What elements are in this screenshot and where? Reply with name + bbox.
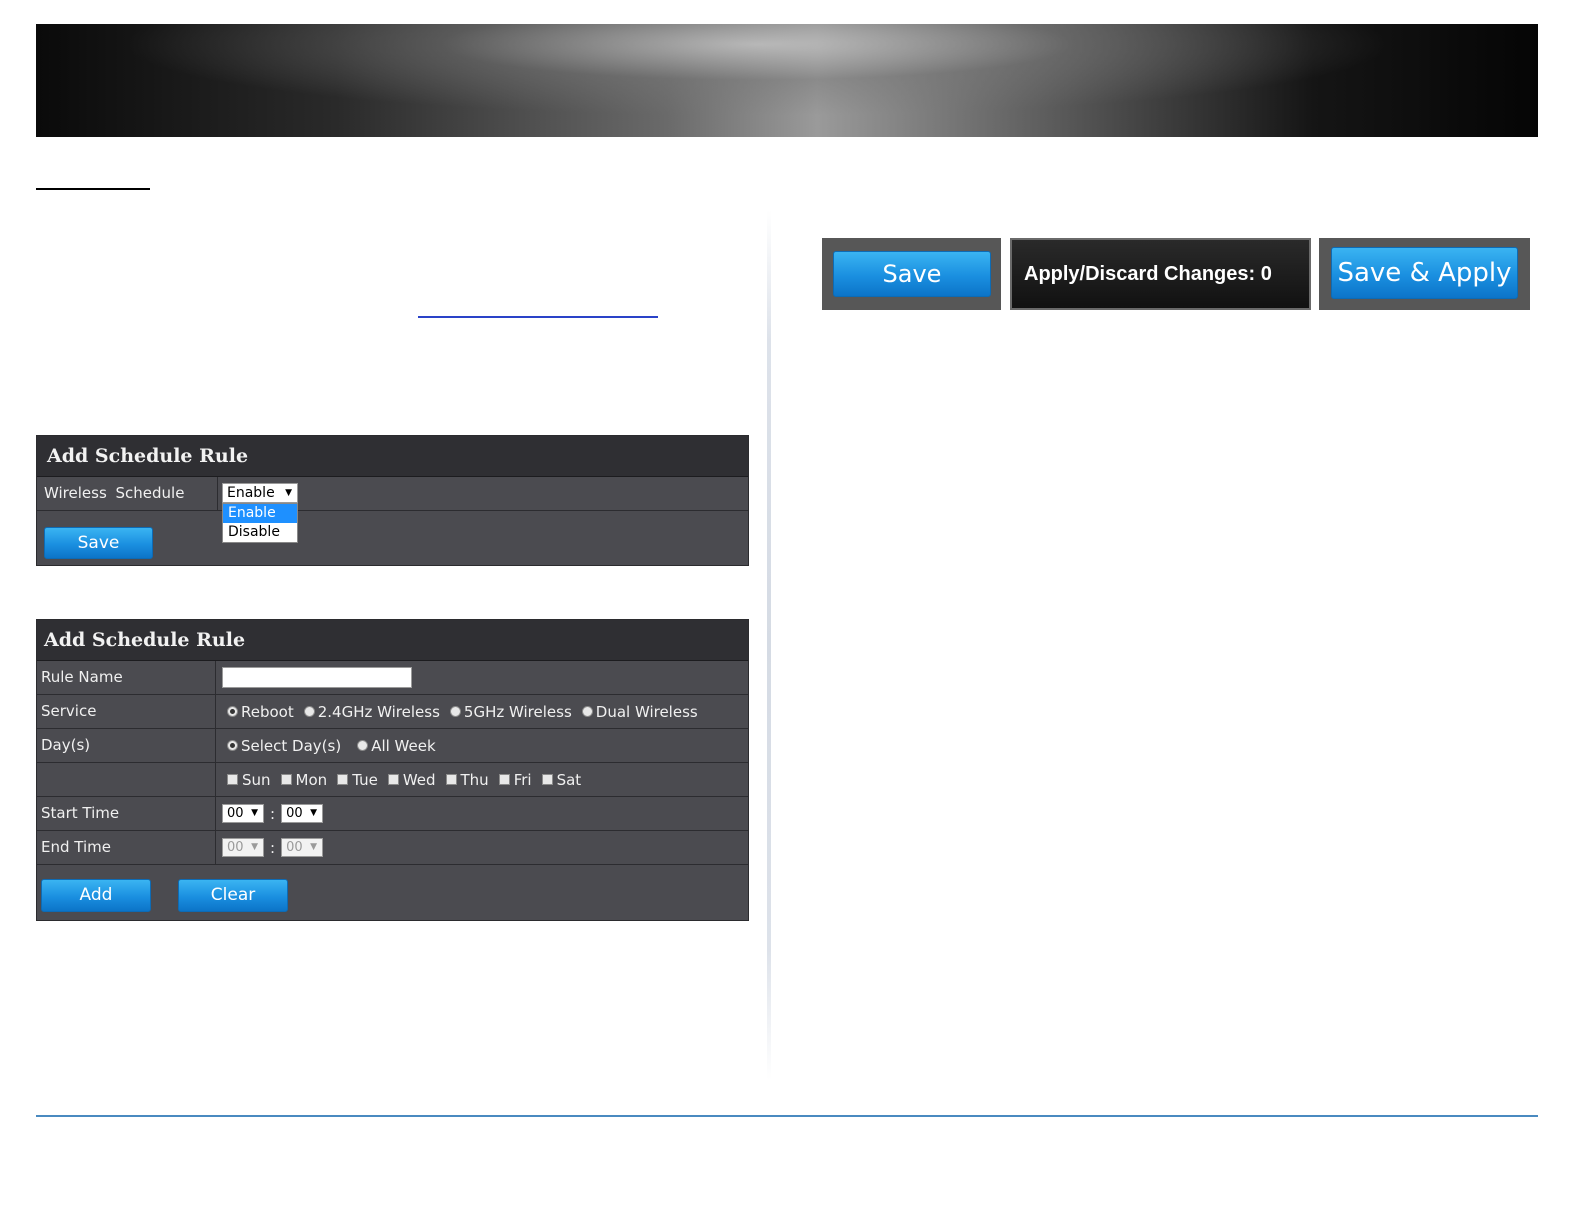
add-button[interactable]: Add [41, 879, 151, 912]
checkbox-icon [541, 774, 553, 785]
footer-divider [36, 1115, 1538, 1117]
dropdown-arrow-icon: ▼ [310, 808, 318, 818]
service-option-2g[interactable]: 2.4GHz Wireless [303, 703, 440, 721]
schedule-rule-panel: Add Schedule Rule Rule Name Service Rebo… [36, 619, 749, 921]
time-separator: : [270, 804, 276, 823]
clear-button[interactable]: Clear [178, 879, 288, 912]
end-hour-select[interactable]: 00 ▼ [222, 838, 264, 857]
dropdown-option-enable[interactable]: Enable [223, 504, 297, 523]
rule-name-label: Rule Name [41, 668, 123, 686]
start-minute-select[interactable]: 00 ▼ [281, 804, 324, 823]
checkbox-icon [227, 774, 238, 785]
checkbox-icon [498, 774, 510, 785]
radio-icon [357, 740, 369, 751]
save-button-container: Save [822, 238, 1001, 310]
section-title-underline [36, 188, 150, 190]
wireless-schedule-selected: Enable [227, 485, 275, 501]
weekdays-row: Sun Mon Tue Wed Thu Fri Sat [37, 763, 748, 797]
day-checkbox-wed[interactable]: Wed [387, 771, 436, 789]
end-minute-select[interactable]: 00 ▼ [281, 838, 324, 857]
day-checkbox-sun[interactable]: Sun [227, 771, 271, 789]
radio-selected-icon [227, 740, 238, 751]
checkbox-icon [280, 774, 292, 785]
hyperlink-underline[interactable] [418, 316, 658, 318]
day-checkbox-tue[interactable]: Tue [337, 771, 378, 789]
end-time-label: End Time [41, 838, 111, 856]
days-label: Day(s) [41, 736, 91, 754]
start-time-row: Start Time 00 ▼ : 00 ▼ [37, 797, 748, 831]
days-option-all-week[interactable]: All Week [357, 737, 436, 755]
wireless-schedule-select[interactable]: Enable ▼ [222, 483, 298, 503]
day-checkbox-thu[interactable]: Thu [445, 771, 489, 789]
start-time-label: Start Time [41, 804, 120, 822]
time-separator: : [270, 838, 276, 857]
header-banner [36, 24, 1538, 137]
save-apply-button[interactable]: Save & Apply [1331, 247, 1518, 299]
rule-name-row: Rule Name [37, 661, 748, 695]
radio-icon [449, 706, 461, 717]
wireless-schedule-label: Wireless Schedule [44, 484, 185, 502]
service-row: Service Reboot 2.4GHz Wireless 5GHz Wire… [37, 695, 748, 729]
dropdown-option-disable[interactable]: Disable [223, 523, 297, 542]
panel-title: Add Schedule Rule [37, 620, 748, 661]
service-option-reboot[interactable]: Reboot [227, 703, 294, 721]
dropdown-arrow-icon: ▼ [285, 488, 292, 498]
day-checkbox-fri[interactable]: Fri [498, 771, 532, 789]
save-button[interactable]: Save [44, 527, 153, 559]
dropdown-arrow-icon: ▼ [310, 842, 318, 852]
radio-icon [303, 706, 315, 717]
service-option-dual[interactable]: Dual Wireless [581, 703, 698, 721]
checkbox-icon [387, 774, 399, 785]
save-apply-button-container: Save & Apply [1319, 238, 1530, 310]
start-hour-select[interactable]: 00 ▼ [222, 804, 264, 823]
radio-selected-icon [227, 706, 238, 717]
wireless-schedule-panel: Add Schedule Rule Wireless Schedule Save [36, 435, 749, 566]
column-divider [767, 210, 771, 1080]
wireless-schedule-dropdown: Enable Disable [222, 503, 298, 543]
dropdown-arrow-icon: ▼ [251, 842, 258, 852]
radio-icon [581, 706, 593, 717]
rule-name-input[interactable] [222, 667, 412, 688]
end-time-row: End Time 00 ▼ : 00 ▼ [37, 831, 748, 865]
day-checkbox-mon[interactable]: Mon [280, 771, 327, 789]
day-checkbox-sat[interactable]: Sat [541, 771, 581, 789]
days-option-select[interactable]: Select Day(s) [227, 737, 341, 755]
dropdown-arrow-icon: ▼ [251, 808, 258, 818]
save-changes-button[interactable]: Save [833, 251, 991, 297]
checkbox-icon [445, 774, 457, 785]
service-label: Service [41, 702, 97, 720]
service-option-5g[interactable]: 5GHz Wireless [449, 703, 572, 721]
wireless-schedule-row: Wireless Schedule [37, 477, 748, 511]
panel-title: Add Schedule Rule [37, 436, 748, 477]
apply-discard-changes-button[interactable]: Apply/Discard Changes: 0 [1010, 238, 1311, 310]
days-row: Day(s) Select Day(s) All Week [37, 729, 748, 763]
checkbox-icon [337, 774, 349, 785]
